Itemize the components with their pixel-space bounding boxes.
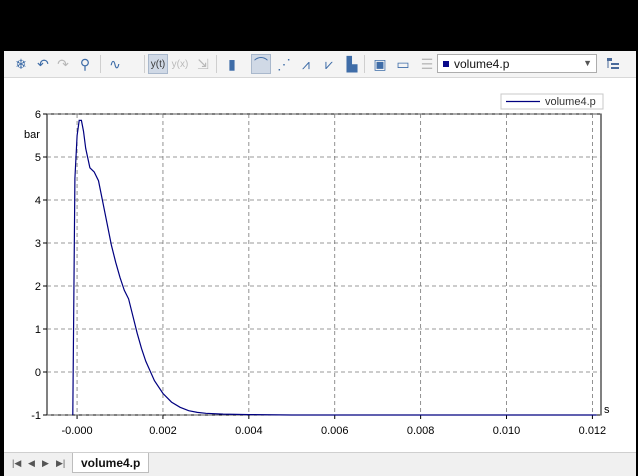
multi-chart-icon: ⩘ <box>302 55 310 72</box>
series-color-swatch <box>443 60 449 67</box>
yt-icon: y(t) <box>150 58 166 70</box>
toolbar-separator <box>216 55 217 73</box>
bar-view-button[interactable]: ▮ <box>222 54 242 74</box>
yx-icon: y(x) <box>171 58 189 70</box>
y-tick-label: 4 <box>35 195 41 207</box>
overlay-chart-icon: ⩗ <box>325 55 333 72</box>
histogram-icon: ▙ <box>346 55 358 72</box>
sheet-tab[interactable]: volume4.p <box>72 453 150 473</box>
plot-window: ❄ ↶ ↷ ⚲ ∿ y(t) y(x) ⇲ ▮ ⌒ ⋰ ⩘ ⩗ ▙ ▣ ▭ ☰ volume4.p ▼ -0.0… <box>4 51 636 476</box>
y-tick-label: 0 <box>35 367 41 379</box>
undo-icon: ↶ <box>37 55 49 72</box>
plot-area[interactable]: -0.000 0.002 0.004 0.006 0.008 0.010 0.012 -1 0 1… <box>4 78 636 451</box>
x-tick-label: 0.002 <box>149 425 177 437</box>
toolbar: ❄ ↶ ↷ ⚲ ∿ y(t) y(x) ⇲ ▮ ⌒ ⋰ ⩘ ⩗ ▙ ▣ ▭ ☰ volume4.p ▼ <box>4 51 636 78</box>
overlay-view-button[interactable]: ⩗ <box>319 54 339 74</box>
yx-mode-button[interactable]: y(x) <box>170 54 190 74</box>
toolbar-separator <box>364 55 365 73</box>
y-tick-label: 5 <box>35 152 41 164</box>
series-select[interactable]: volume4.p ▼ <box>437 54 597 73</box>
line-chart-icon: ⌒ <box>254 56 268 72</box>
list-icon: ☰ <box>420 55 434 72</box>
toolbar-separator <box>100 55 101 73</box>
undo-button[interactable]: ↶ <box>33 54 53 74</box>
x-axis-label: s <box>604 404 610 416</box>
yt-mode-button[interactable]: y(t) <box>148 54 168 74</box>
export-icon: ⇲ <box>197 55 209 72</box>
prev-sheet-icon[interactable]: ◀ <box>28 458 35 469</box>
y-tick-label: 2 <box>35 281 41 293</box>
multi-view-button[interactable]: ⩘ <box>296 54 316 74</box>
y-tick-label: 6 <box>35 109 41 121</box>
plot-type-button[interactable]: ∿ <box>105 54 125 74</box>
list-button[interactable]: ☰ <box>417 54 437 74</box>
last-sheet-icon[interactable]: ▶| <box>56 458 65 469</box>
x-tick-label: 0.010 <box>493 425 521 437</box>
ruler-icon: ▭ <box>396 55 410 72</box>
dashed-view-button[interactable]: ⋰ <box>274 54 294 74</box>
snowflake-icon: ❄ <box>15 55 27 72</box>
ruler-button[interactable]: ▭ <box>393 54 413 74</box>
chevron-down-icon[interactable]: ▼ <box>583 58 592 68</box>
plot-frame <box>46 113 602 416</box>
histogram-button[interactable]: ▙ <box>342 54 362 74</box>
zoom-button[interactable]: ⚲ <box>75 54 95 74</box>
x-tick-label: -0.000 <box>61 425 92 437</box>
x-tick-label: 0.012 <box>579 425 607 437</box>
dashed-chart-icon: ⋰ <box>277 55 291 72</box>
freeze-button[interactable]: ❄ <box>11 54 31 74</box>
toolbar-separator <box>144 55 145 73</box>
tree-icon[interactable] <box>603 54 623 74</box>
y-tick-label: -1 <box>31 410 41 422</box>
x-tick-label: 0.008 <box>407 425 435 437</box>
redo-icon: ↷ <box>57 55 69 72</box>
magnifier-icon: ⚲ <box>79 55 91 72</box>
image-icon: ▣ <box>373 55 387 72</box>
bar-chart-icon: ▮ <box>228 55 236 72</box>
curve-icon: ∿ <box>109 55 121 72</box>
next-sheet-icon[interactable]: ▶ <box>42 458 49 469</box>
first-sheet-icon[interactable]: |◀ <box>12 458 21 469</box>
export-button[interactable]: ⇲ <box>193 54 213 74</box>
line-view-button[interactable]: ⌒ <box>251 54 271 74</box>
redo-button[interactable]: ↷ <box>53 54 73 74</box>
sheet-bar: |◀ ◀ ▶ ▶| volume4.p <box>4 452 636 476</box>
y-axis-label: bar <box>24 129 40 141</box>
y-tick-label: 1 <box>35 324 41 336</box>
x-tick-label: 0.006 <box>321 425 349 437</box>
chart[interactable]: -0.000 0.002 0.004 0.006 0.008 0.010 0.012 -1 0 1… <box>4 78 636 451</box>
x-tick-label: 0.004 <box>235 425 263 437</box>
image-export-button[interactable]: ▣ <box>370 54 390 74</box>
legend-label: volume4.p <box>545 96 596 108</box>
series-select-value: volume4.p <box>454 56 510 71</box>
y-tick-label: 3 <box>35 238 41 250</box>
